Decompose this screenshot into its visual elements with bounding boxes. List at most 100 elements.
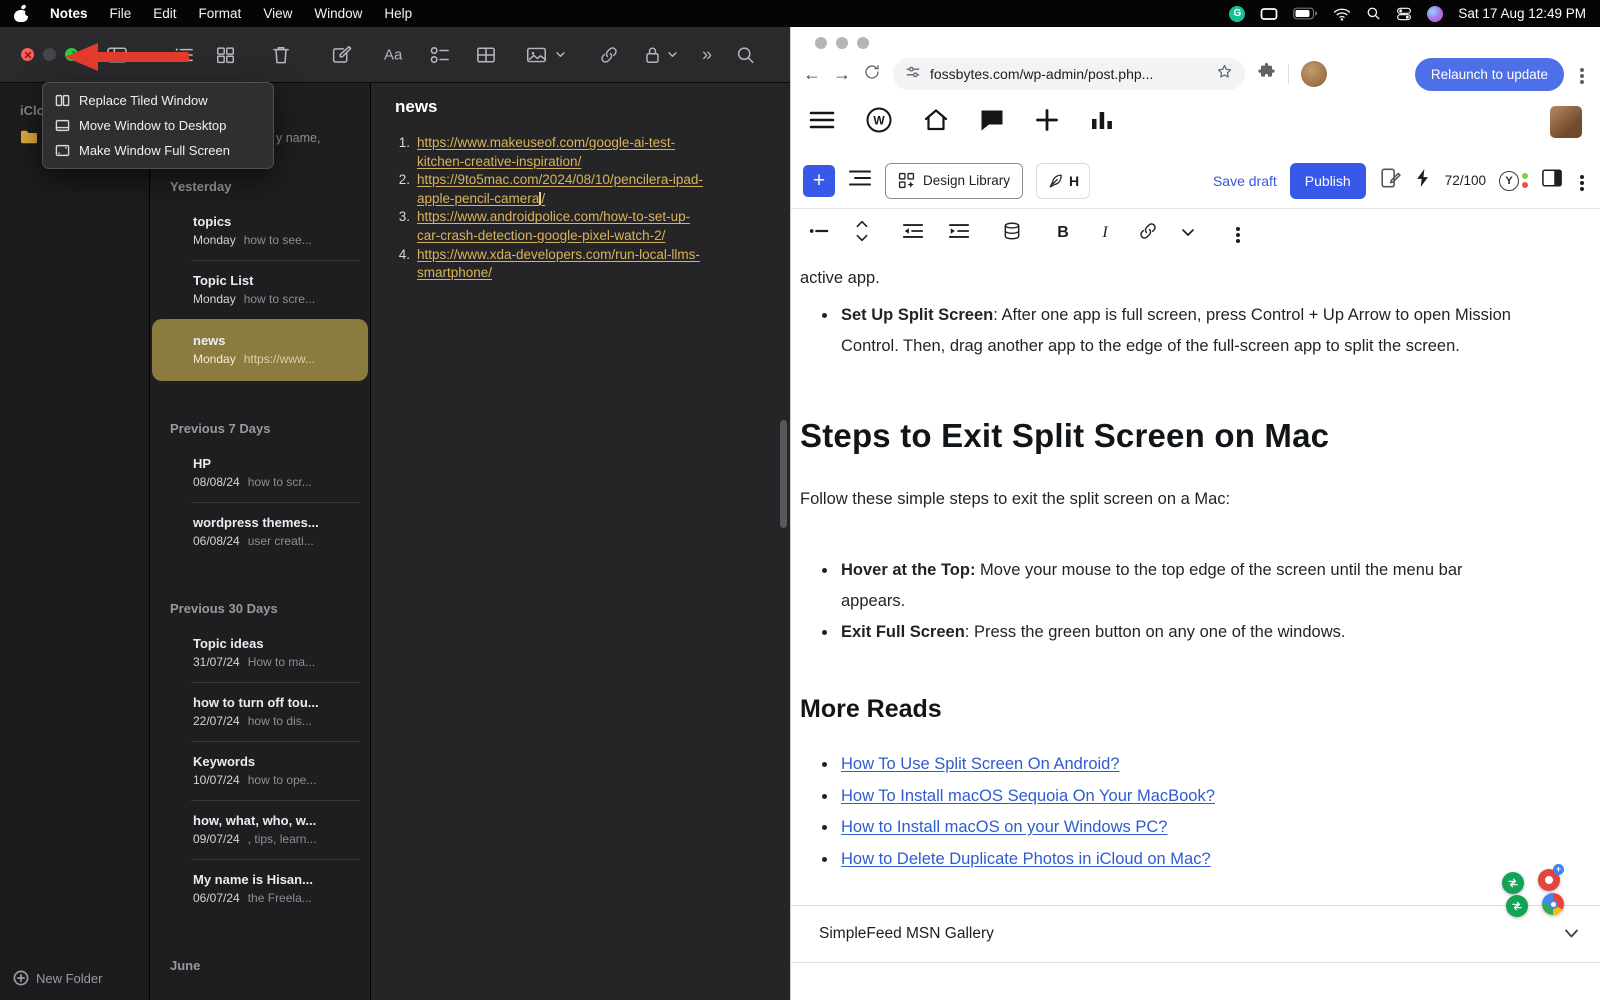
note-list-item[interactable]: Topic ideas 31/07/24How to ma... [152, 624, 368, 682]
close-button[interactable] [21, 48, 34, 61]
note-list-item[interactable]: Keywords 10/07/24how to ope... [152, 742, 368, 800]
menu-item-replace-tiled-window[interactable]: Replace Tiled Window [47, 88, 269, 113]
address-bar[interactable]: fossbytes.com/wp-admin/post.php... [893, 58, 1245, 90]
extension-badge[interactable] [1506, 895, 1528, 917]
control-center-icon[interactable] [1396, 6, 1412, 22]
new-folder-button[interactable]: New Folder [13, 970, 102, 986]
siri-icon[interactable] [1427, 6, 1443, 22]
stack-icon[interactable] [1002, 220, 1022, 247]
note-link[interactable]: https://9to5mac.com/2024/08/10/pencilera… [417, 171, 703, 208]
folder-icon[interactable] [19, 129, 39, 150]
minimize-button[interactable] [43, 48, 56, 61]
simplefeed-panel[interactable]: SimpleFeed MSN Gallery [791, 905, 1600, 963]
note-link[interactable]: https://www.makeuseof.com/google-ai-test… [417, 134, 675, 171]
note-link[interactable]: https://www.androidpolice.com/how-to-set… [417, 208, 690, 245]
note-list-item[interactable]: HP 08/08/24how to scr... [152, 444, 368, 502]
table-icon[interactable] [476, 46, 496, 64]
note-list-item[interactable]: My name is Hisan... 06/07/24the Freela..… [152, 860, 368, 918]
menubar-app-name[interactable]: Notes [50, 6, 88, 21]
block-mover-icon[interactable] [854, 218, 870, 249]
note-list-item-selected[interactable]: news Mondayhttps://www... [152, 319, 368, 381]
extension-badge[interactable] [1542, 893, 1564, 915]
admin-menu-icon[interactable] [809, 109, 835, 136]
wifi-icon[interactable] [1333, 7, 1351, 21]
reload-icon[interactable] [863, 63, 881, 86]
settings-sidebar-toggle-icon[interactable] [1541, 168, 1563, 193]
close-button[interactable] [815, 37, 827, 49]
scrollbar-thumb[interactable] [780, 420, 787, 528]
note-list-item[interactable]: wordpress themes... 06/08/24user creati.… [152, 503, 368, 561]
relaunch-to-update-button[interactable]: Relaunch to update [1415, 58, 1564, 91]
document-overview-icon[interactable] [848, 168, 872, 193]
search-icon[interactable] [736, 45, 755, 64]
menu-format[interactable]: Format [199, 6, 242, 21]
content-link[interactable]: How To Use Split Screen On Android? [841, 755, 1120, 773]
menu-window[interactable]: Window [314, 6, 362, 21]
format-chevron-icon[interactable] [1182, 224, 1194, 242]
yoast-icon[interactable]: Y [1499, 171, 1528, 191]
menu-help[interactable]: Help [384, 6, 412, 21]
menu-edit[interactable]: Edit [153, 6, 176, 21]
extension-badge[interactable]: + [1538, 869, 1560, 891]
spotlight-icon[interactable] [1366, 6, 1381, 21]
publish-button[interactable]: Publish [1290, 163, 1366, 199]
home-icon[interactable] [923, 108, 949, 137]
seo-bolt-icon[interactable] [1414, 168, 1432, 193]
trash-icon[interactable] [272, 45, 290, 65]
profile-avatar[interactable] [1301, 61, 1327, 87]
content-link[interactable]: How to Install macOS on your Windows PC? [841, 818, 1167, 836]
bold-icon[interactable]: B [1054, 224, 1072, 242]
editor-options-icon[interactable] [1576, 172, 1588, 190]
link-tool-icon[interactable] [1138, 221, 1158, 246]
note-list-item[interactable]: how, what, who, w... 09/07/24, tips, lea… [152, 801, 368, 859]
italic-icon[interactable]: I [1096, 224, 1114, 242]
browser-menu-icon[interactable] [1576, 65, 1588, 83]
new-content-icon[interactable] [1035, 108, 1059, 137]
format-icon[interactable]: Aa [384, 46, 402, 63]
note-editor[interactable]: news 1. https://www.makeuseof.com/google… [371, 83, 790, 1000]
panel-chevron-icon[interactable] [1565, 925, 1578, 943]
indent-icon[interactable] [948, 221, 970, 246]
site-settings-icon[interactable] [905, 64, 921, 85]
menu-item-move-window-to-desktop[interactable]: Move Window to Desktop [47, 113, 269, 138]
menu-file[interactable]: File [110, 6, 132, 21]
h-tool-button[interactable]: H [1036, 163, 1090, 199]
note-list-item[interactable]: how to turn off tou... 22/07/24how to di… [152, 683, 368, 741]
menubar-clock[interactable]: Sat 17 Aug 12:49 PM [1458, 6, 1586, 21]
note-list-item[interactable]: Topic List Mondayhow to scre... [152, 261, 368, 319]
gallery-view-icon[interactable] [216, 46, 235, 64]
design-library-button[interactable]: Design Library [885, 163, 1023, 199]
media-chevron-icon[interactable] [556, 52, 565, 58]
forward-icon[interactable]: → [833, 64, 851, 85]
comments-icon[interactable] [979, 108, 1005, 137]
content-link[interactable]: How to Delete Duplicate Photos in iCloud… [841, 850, 1211, 868]
zoom-button[interactable] [857, 37, 869, 49]
user-avatar[interactable] [1550, 106, 1582, 138]
save-draft-button[interactable]: Save draft [1213, 173, 1277, 189]
minimize-button[interactable] [836, 37, 848, 49]
wordpress-logo-icon[interactable]: W [865, 106, 893, 139]
content-link[interactable]: How To Install macOS Sequoia On Your Mac… [841, 787, 1215, 805]
apple-menu-icon[interactable] [14, 6, 28, 22]
checklist-icon[interactable] [430, 46, 450, 64]
media-icon[interactable] [526, 46, 547, 64]
page-edit-icon[interactable] [1379, 167, 1401, 194]
menu-item-make-window-full-screen[interactable]: Make Window Full Screen [47, 138, 269, 163]
extension-badge[interactable] [1502, 872, 1524, 894]
battery-icon[interactable] [1293, 7, 1318, 20]
block-options-icon[interactable] [1232, 224, 1244, 242]
note-link[interactable]: https://www.xda-developers.com/run-local… [417, 246, 700, 283]
menu-view[interactable]: View [263, 6, 292, 21]
grammarly-icon[interactable]: G [1229, 6, 1245, 22]
extensions-icon[interactable] [1257, 62, 1276, 86]
display-icon[interactable] [1260, 7, 1278, 21]
lock-icon[interactable] [644, 45, 661, 65]
post-content[interactable]: active app. Set Up Split Screen: After o… [791, 257, 1600, 905]
list-block-icon[interactable] [808, 221, 830, 246]
note-list-item[interactable]: topics Mondayhow to see... [152, 202, 368, 260]
lock-chevron-icon[interactable] [668, 52, 677, 58]
compose-icon[interactable] [331, 45, 352, 65]
stats-icon[interactable] [1089, 108, 1115, 137]
link-icon[interactable] [599, 45, 619, 65]
url-text[interactable]: fossbytes.com/wp-admin/post.php... [930, 66, 1207, 82]
